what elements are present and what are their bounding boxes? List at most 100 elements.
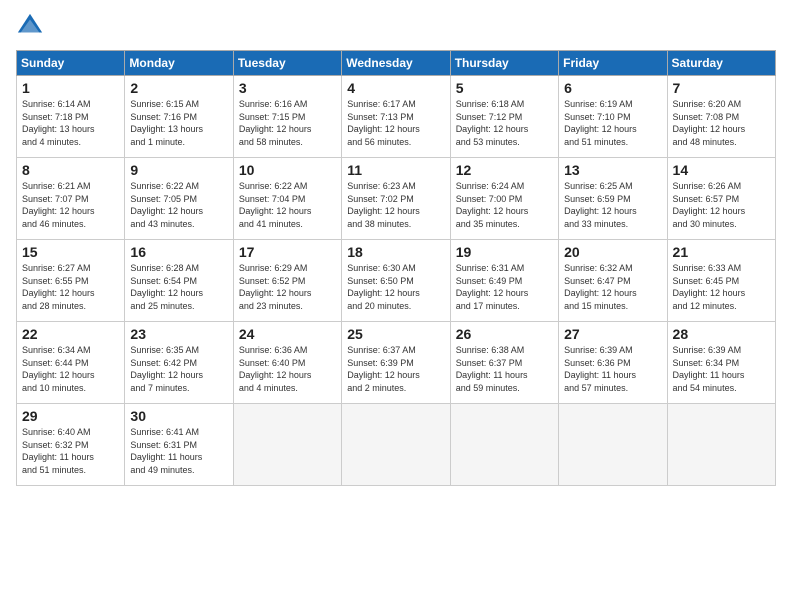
calendar-cell: 22 Sunrise: 6:34 AM Sunset: 6:44 PM Dayli…: [17, 322, 125, 404]
calendar-cell: [667, 404, 775, 486]
day-info: Sunrise: 6:14 AM Sunset: 7:18 PM Dayligh…: [22, 98, 119, 148]
day-number: 4: [347, 80, 444, 96]
day-info: Sunrise: 6:33 AM Sunset: 6:45 PM Dayligh…: [673, 262, 770, 312]
day-number: 21: [673, 244, 770, 260]
day-info: Sunrise: 6:23 AM Sunset: 7:02 PM Dayligh…: [347, 180, 444, 230]
calendar-cell: 9Sunrise: 6:22 AM Sunset: 7:05 PM Daylig…: [125, 158, 233, 240]
day-info: Sunrise: 6:40 AM Sunset: 6:32 PM Dayligh…: [22, 426, 119, 476]
weekday-header-saturday: Saturday: [667, 51, 775, 76]
day-number: 6: [564, 80, 661, 96]
calendar-cell: 23 Sunrise: 6:35 AM Sunset: 6:42 PM Dayli…: [125, 322, 233, 404]
calendar-cell: [559, 404, 667, 486]
calendar-cell: 3 Sunrise: 6:16 AM Sunset: 7:15 PM Daylig…: [233, 76, 341, 158]
day-number: 23: [130, 326, 227, 342]
day-info: Sunrise: 6:41 AM Sunset: 6:31 PM Dayligh…: [130, 426, 227, 476]
logo-icon: [16, 12, 44, 40]
calendar-cell: 27 Sunrise: 6:39 AM Sunset: 6:36 PM Dayli…: [559, 322, 667, 404]
weekday-header-tuesday: Tuesday: [233, 51, 341, 76]
day-number: 8: [22, 162, 119, 178]
weekday-header-monday: Monday: [125, 51, 233, 76]
calendar-cell: 25 Sunrise: 6:37 AM Sunset: 6:39 PM Dayli…: [342, 322, 450, 404]
week-row-1: 1 Sunrise: 6:14 AM Sunset: 7:18 PM Daylig…: [17, 76, 776, 158]
day-info: Sunrise: 6:32 AM Sunset: 6:47 PM Dayligh…: [564, 262, 661, 312]
week-row-2: 8 Sunrise: 6:21 AM Sunset: 7:07 PM Daylig…: [17, 158, 776, 240]
day-number: 11: [347, 162, 444, 178]
day-info: Sunrise: 6:17 AM Sunset: 7:13 PM Dayligh…: [347, 98, 444, 148]
day-info: Sunrise: 6:27 AM Sunset: 6:55 PM Dayligh…: [22, 262, 119, 312]
day-number: 20: [564, 244, 661, 260]
calendar-table: SundayMondayTuesdayWednesdayThursdayFrid…: [16, 50, 776, 486]
calendar-cell: 19 Sunrise: 6:31 AM Sunset: 6:49 PM Dayli…: [450, 240, 558, 322]
day-info: Sunrise: 6:19 AM Sunset: 7:10 PM Dayligh…: [564, 98, 661, 148]
calendar-cell: 14Sunrise: 6:26 AM Sunset: 6:57 PM Dayli…: [667, 158, 775, 240]
calendar-cell: 10 Sunrise: 6:22 AM Sunset: 7:04 PM Dayli…: [233, 158, 341, 240]
weekday-row: SundayMondayTuesdayWednesdayThursdayFrid…: [17, 51, 776, 76]
day-number: 24: [239, 326, 336, 342]
day-info: Sunrise: 6:16 AM Sunset: 7:15 PM Dayligh…: [239, 98, 336, 148]
day-info: Sunrise: 6:29 AM Sunset: 6:52 PM Dayligh…: [239, 262, 336, 312]
day-info: Sunrise: 6:26 AM Sunset: 6:57 PM Dayligh…: [673, 180, 770, 230]
day-number: 22: [22, 326, 119, 342]
day-number: 30: [130, 408, 227, 424]
day-number: 26: [456, 326, 553, 342]
day-info: Sunrise: 6:20 AM Sunset: 7:08 PM Dayligh…: [673, 98, 770, 148]
calendar-cell: 16Sunrise: 6:28 AM Sunset: 6:54 PM Dayli…: [125, 240, 233, 322]
day-number: 19: [456, 244, 553, 260]
week-row-5: 29 Sunrise: 6:40 AM Sunset: 6:32 PM Dayli…: [17, 404, 776, 486]
calendar-body: 1 Sunrise: 6:14 AM Sunset: 7:18 PM Daylig…: [17, 76, 776, 486]
calendar-cell: 29 Sunrise: 6:40 AM Sunset: 6:32 PM Dayli…: [17, 404, 125, 486]
day-info: Sunrise: 6:21 AM Sunset: 7:07 PM Dayligh…: [22, 180, 119, 230]
day-number: 2: [130, 80, 227, 96]
calendar-cell: 8 Sunrise: 6:21 AM Sunset: 7:07 PM Daylig…: [17, 158, 125, 240]
day-info: Sunrise: 6:22 AM Sunset: 7:04 PM Dayligh…: [239, 180, 336, 230]
day-number: 25: [347, 326, 444, 342]
calendar-cell: 28 Sunrise: 6:39 AM Sunset: 6:34 PM Dayli…: [667, 322, 775, 404]
day-info: Sunrise: 6:37 AM Sunset: 6:39 PM Dayligh…: [347, 344, 444, 394]
logo: [16, 12, 48, 40]
calendar-cell: 20 Sunrise: 6:32 AM Sunset: 6:47 PM Dayli…: [559, 240, 667, 322]
day-info: Sunrise: 6:36 AM Sunset: 6:40 PM Dayligh…: [239, 344, 336, 394]
day-info: Sunrise: 6:30 AM Sunset: 6:50 PM Dayligh…: [347, 262, 444, 312]
header: [16, 12, 776, 40]
day-info: Sunrise: 6:39 AM Sunset: 6:34 PM Dayligh…: [673, 344, 770, 394]
calendar-cell: 30 Sunrise: 6:41 AM Sunset: 6:31 PM Dayli…: [125, 404, 233, 486]
day-number: 5: [456, 80, 553, 96]
day-number: 10: [239, 162, 336, 178]
week-row-4: 22 Sunrise: 6:34 AM Sunset: 6:44 PM Dayli…: [17, 322, 776, 404]
day-info: Sunrise: 6:31 AM Sunset: 6:49 PM Dayligh…: [456, 262, 553, 312]
calendar-cell: 26 Sunrise: 6:38 AM Sunset: 6:37 PM Dayli…: [450, 322, 558, 404]
day-info: Sunrise: 6:24 AM Sunset: 7:00 PM Dayligh…: [456, 180, 553, 230]
day-info: Sunrise: 6:39 AM Sunset: 6:36 PM Dayligh…: [564, 344, 661, 394]
day-info: Sunrise: 6:35 AM Sunset: 6:42 PM Dayligh…: [130, 344, 227, 394]
calendar-cell: 6 Sunrise: 6:19 AM Sunset: 7:10 PM Daylig…: [559, 76, 667, 158]
day-number: 17: [239, 244, 336, 260]
day-number: 1: [22, 80, 119, 96]
day-number: 13: [564, 162, 661, 178]
calendar-cell: 5 Sunrise: 6:18 AM Sunset: 7:12 PM Daylig…: [450, 76, 558, 158]
day-number: 15: [22, 244, 119, 260]
day-number: 3: [239, 80, 336, 96]
calendar-cell: 12 Sunrise: 6:24 AM Sunset: 7:00 PM Dayli…: [450, 158, 558, 240]
calendar-cell: [342, 404, 450, 486]
day-number: 7: [673, 80, 770, 96]
day-number: 27: [564, 326, 661, 342]
day-info: Sunrise: 6:15 AM Sunset: 7:16 PM Dayligh…: [130, 98, 227, 148]
day-info: Sunrise: 6:18 AM Sunset: 7:12 PM Dayligh…: [456, 98, 553, 148]
calendar-cell: 13 Sunrise: 6:25 AM Sunset: 6:59 PM Dayli…: [559, 158, 667, 240]
day-number: 28: [673, 326, 770, 342]
calendar-cell: [233, 404, 341, 486]
calendar-cell: 17 Sunrise: 6:29 AM Sunset: 6:52 PM Dayli…: [233, 240, 341, 322]
day-info: Sunrise: 6:34 AM Sunset: 6:44 PM Dayligh…: [22, 344, 119, 394]
day-info: Sunrise: 6:38 AM Sunset: 6:37 PM Dayligh…: [456, 344, 553, 394]
day-info: Sunrise: 6:22 AM Sunset: 7:05 PM Dayligh…: [130, 180, 227, 230]
weekday-header-thursday: Thursday: [450, 51, 558, 76]
day-info: Sunrise: 6:25 AM Sunset: 6:59 PM Dayligh…: [564, 180, 661, 230]
day-number: 18: [347, 244, 444, 260]
weekday-header-wednesday: Wednesday: [342, 51, 450, 76]
calendar-cell: 1 Sunrise: 6:14 AM Sunset: 7:18 PM Daylig…: [17, 76, 125, 158]
page-container: SundayMondayTuesdayWednesdayThursdayFrid…: [0, 0, 792, 494]
day-number: 12: [456, 162, 553, 178]
calendar-cell: 18 Sunrise: 6:30 AM Sunset: 6:50 PM Dayli…: [342, 240, 450, 322]
day-number: 29: [22, 408, 119, 424]
calendar-cell: 11 Sunrise: 6:23 AM Sunset: 7:02 PM Dayli…: [342, 158, 450, 240]
